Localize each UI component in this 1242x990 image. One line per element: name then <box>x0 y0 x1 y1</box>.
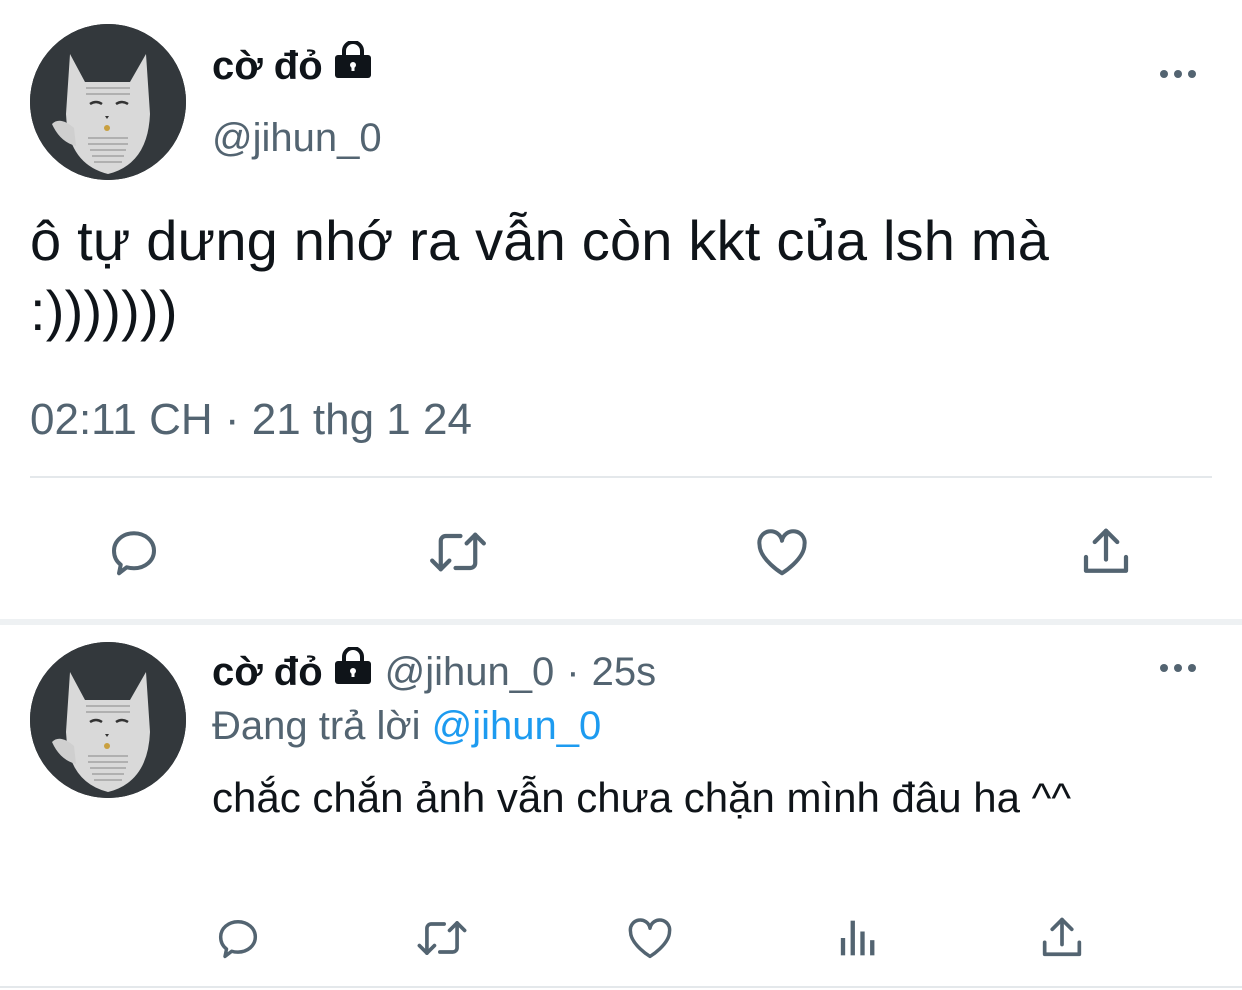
divider <box>30 476 1212 478</box>
tweet-text: ô tự dưng nhớ ra vẫn còn kkt của lsh mà … <box>30 209 1050 342</box>
like-button[interactable] <box>748 518 816 586</box>
reply-button[interactable] <box>208 908 268 968</box>
reply-button[interactable] <box>100 518 168 586</box>
share-button[interactable] <box>1072 518 1140 586</box>
divider <box>0 986 1242 988</box>
retweet-icon <box>417 921 467 955</box>
share-icon <box>1083 528 1129 573</box>
handle[interactable]: @jihun_0 <box>212 112 382 164</box>
tweet-timestamp[interactable]: 02:11 CH · 21 thg 1 24 <box>30 392 472 448</box>
like-icon <box>628 918 672 959</box>
replying-to: Đang trả lời @jihun_0 <box>212 700 601 752</box>
replying-prefix: Đang trả lời <box>212 704 421 748</box>
avatar[interactable] <box>30 24 186 180</box>
meta-separator: · <box>566 650 580 694</box>
analytics-icon <box>840 920 875 956</box>
lock-icon <box>333 646 373 698</box>
retweet-button[interactable] <box>412 908 472 968</box>
reply-text: chắc chắn ảnh vẫn chưa chặn mình đâu ha … <box>212 774 1072 821</box>
more-options-icon[interactable] <box>1160 70 1196 78</box>
reply-header: cờ đỏ @jihun_0 · 25s <box>212 646 656 698</box>
share-icon <box>1042 917 1082 957</box>
cat-avatar-image <box>30 642 186 798</box>
analytics-button[interactable] <box>826 908 886 968</box>
reply-display-name[interactable]: cờ đỏ <box>212 646 323 698</box>
reply-icon <box>112 531 156 576</box>
section-divider <box>0 619 1242 625</box>
share-button[interactable] <box>1032 908 1092 968</box>
retweet-button[interactable] <box>424 518 492 586</box>
reply-avatar[interactable] <box>30 642 186 798</box>
lock-icon <box>333 40 373 92</box>
display-name-text: cờ đỏ <box>212 44 323 88</box>
replying-mention-link[interactable]: @jihun_0 <box>432 704 602 748</box>
retweet-icon <box>430 532 486 572</box>
reply-time[interactable]: 25s <box>592 646 657 698</box>
reply-icon <box>218 920 258 959</box>
tweet-date: 21 thg 1 24 <box>251 395 472 444</box>
tweet-time: 02:11 CH <box>30 395 213 444</box>
like-button[interactable] <box>620 908 680 968</box>
cat-avatar-image <box>30 24 186 180</box>
reply-handle[interactable]: @jihun_0 <box>385 646 555 698</box>
display-name[interactable]: cờ đỏ <box>212 40 373 92</box>
like-icon <box>757 529 807 576</box>
meta-separator: · <box>224 395 240 444</box>
more-options-icon[interactable] <box>1160 664 1196 672</box>
